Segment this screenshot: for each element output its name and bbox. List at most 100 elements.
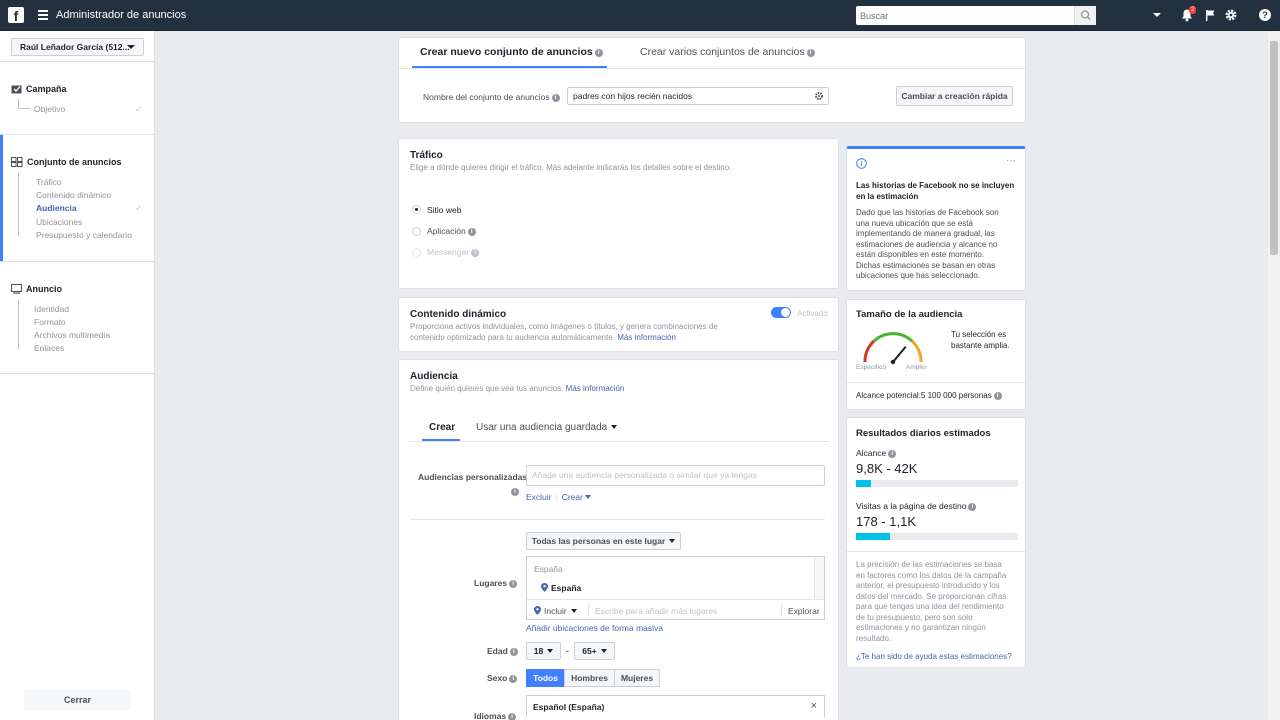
sidebar-section-title[interactable]: Conjunto de anuncios (11, 157, 122, 167)
adset-name-input[interactable]: padres con hijos recién nacidos (567, 87, 829, 105)
locations-box: España España Incluir Escribe para añadi… (526, 556, 825, 620)
search-icon (1080, 10, 1091, 20)
chevron-down-icon (611, 425, 618, 429)
audience-size-note: Tu selección es bastante amplia. (951, 330, 1010, 350)
info-icon[interactable]: i (508, 713, 517, 720)
sidebar-item-contenido-dinamico[interactable]: Contenido dinámico (36, 190, 111, 200)
tree-line (18, 173, 19, 236)
help-icon[interactable]: ? (1258, 8, 1272, 22)
sidebar-section-title[interactable]: Anuncio (11, 284, 62, 294)
sidebar-item-objetivo[interactable]: Objetivo (34, 104, 65, 114)
bulk-locations-link[interactable]: Añadir ubicaciones de forma masiva (526, 623, 663, 633)
sidebar-item-formato[interactable]: Formato (34, 317, 66, 327)
account-selector[interactable]: Raúl Leñador García (512... (11, 38, 144, 56)
age-max-dropdown[interactable]: 65+ (574, 642, 615, 660)
locations-label: Lugares i (474, 578, 518, 588)
sidebar-section-title[interactable]: Campaña (11, 84, 67, 94)
gauge-left-label: Específico (856, 364, 886, 371)
radio-aplicacion[interactable] (412, 227, 421, 236)
create-link[interactable]: Crear (562, 492, 591, 502)
location-search-input[interactable]: Escribe para añadir más lugares (595, 606, 717, 616)
more-info-link[interactable]: Más información (617, 333, 676, 342)
sidebar-item-archivos[interactable]: Archivos multimedia (34, 330, 110, 340)
radio-sitio-web[interactable] (412, 205, 421, 214)
active-tab-underline (422, 439, 460, 441)
sidebar-item-audiencia[interactable]: Audiencia (36, 203, 77, 213)
option-messenger: Messenger i (427, 247, 480, 257)
chevron-down-icon[interactable] (1150, 8, 1164, 22)
sidebar-section-adset: Conjunto de anuncios Tráfico Contenido d… (0, 134, 155, 261)
tree-branch (18, 108, 30, 109)
quick-creation-button[interactable]: Cambiar a creación rápida (896, 86, 1013, 106)
more-info-link[interactable]: Más información (566, 384, 625, 393)
sidebar-item-identidad[interactable]: Identidad (34, 304, 69, 314)
tab-crear[interactable]: Crear (429, 422, 455, 433)
search-button[interactable] (1074, 6, 1096, 25)
divider (588, 603, 589, 617)
option-aplicacion[interactable]: Aplicación i (427, 226, 476, 236)
sidebar-item-trafico[interactable]: Tráfico (36, 177, 62, 187)
visits-label: Visitas a la página de destino i (856, 501, 977, 511)
gender-mujeres[interactable]: Mujeres (614, 669, 660, 687)
visits-bar-fill (856, 533, 891, 540)
exclude-link[interactable]: Excluir (526, 492, 552, 502)
chevron-down-icon (547, 649, 554, 653)
info-icon[interactable]: i (594, 49, 603, 57)
age-min-dropdown[interactable]: 18 (526, 642, 561, 660)
gear-icon[interactable] (1224, 8, 1238, 22)
app-title[interactable]: Administrador de anuncios (56, 9, 186, 21)
page-scrollbar[interactable] (1268, 31, 1280, 720)
info-icon[interactable]: i (509, 675, 518, 683)
audience-size-card: Tamaño de la audiencia Específico Amplio… (846, 299, 1026, 410)
search-input[interactable] (856, 6, 1074, 25)
sidebar-item-presupuesto[interactable]: Presupuesto y calendario (36, 230, 132, 240)
tab-saved-audience[interactable]: Usar una audiencia guardada (476, 422, 618, 433)
facebook-logo[interactable]: f (8, 7, 24, 24)
notification-badge: 2 (1189, 6, 1197, 14)
sidebar-item-enlaces[interactable]: Enlaces (34, 343, 64, 353)
dynamic-content-toggle[interactable] (771, 307, 791, 318)
audience-title: Audiencia (410, 371, 458, 382)
toggle-label: Activado (797, 309, 828, 318)
info-icon[interactable]: i (968, 503, 977, 511)
info-icon[interactable]: i (551, 94, 560, 102)
helpful-estimates-link[interactable]: ¿Te han sido de ayuda estas estimaciones… (856, 652, 1012, 661)
age-separator: - (566, 646, 569, 656)
close-button[interactable]: Cerrar (24, 690, 131, 710)
adset-grid-icon (11, 157, 23, 167)
flag-icon[interactable] (1203, 8, 1217, 22)
location-scope-dropdown[interactable]: Todas las personas en este lugar (526, 532, 681, 550)
info-icon[interactable]: i (993, 392, 1002, 400)
info-icon[interactable]: i (806, 49, 815, 57)
sidebar-item-ubicaciones[interactable]: Ubicaciones (36, 217, 82, 227)
dynamic-content-desc-line2: contenido optimizado para tu audiencia a… (410, 333, 676, 342)
location-pin-icon (541, 583, 548, 592)
location-pin-icon (534, 606, 541, 615)
scrollbar-thumb[interactable] (1270, 41, 1278, 255)
tab-new-adset[interactable]: Crear nuevo conjunto de anuncios i (420, 46, 603, 58)
gender-todos[interactable]: Todos (526, 669, 565, 687)
tab-multiple-adsets[interactable]: Crear varios conjuntos de anuncios i (640, 46, 815, 58)
info-icon[interactable]: i (467, 228, 476, 236)
selected-location[interactable]: España (541, 583, 581, 593)
include-dropdown[interactable]: Incluir (534, 606, 577, 616)
chevron-down-icon (127, 45, 135, 49)
explore-button[interactable]: Explorar (788, 606, 820, 616)
info-icon[interactable]: i (511, 488, 519, 496)
gender-label: Sexo i (487, 673, 518, 683)
menu-icon[interactable] (38, 10, 48, 20)
location-list-scrollbar[interactable] (814, 557, 824, 599)
accuracy-note: La precisión de las estimaciones se basa… (856, 560, 1007, 643)
option-sitio-web[interactable]: Sitio web (427, 205, 462, 215)
notice-text: Dado que las historias de Facebook son un… (856, 208, 999, 280)
info-icon[interactable]: i (509, 648, 518, 656)
info-icon[interactable]: i (888, 450, 897, 458)
gear-icon[interactable] (814, 91, 824, 101)
custom-audience-input[interactable]: Añade una audiencia personalizada o simi… (526, 465, 825, 486)
close-icon[interactable]: × (811, 700, 817, 712)
more-options-icon[interactable]: ··· (1006, 155, 1016, 166)
gender-hombres[interactable]: Hombres (564, 669, 615, 687)
info-icon[interactable]: i (471, 249, 480, 257)
info-icon[interactable]: i (509, 580, 518, 588)
gauge-needle (892, 345, 907, 363)
